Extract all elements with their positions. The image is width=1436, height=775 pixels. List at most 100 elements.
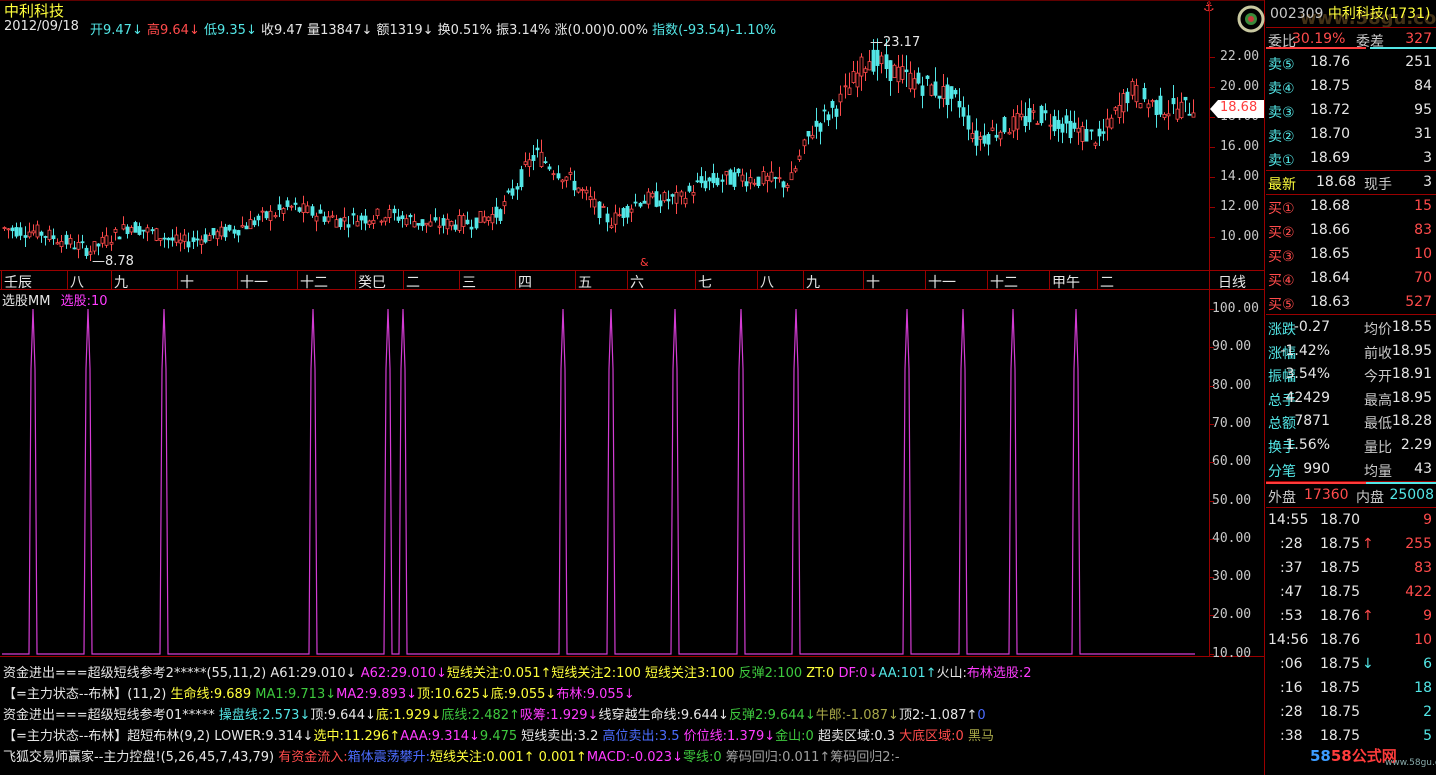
candle-body bbox=[182, 234, 187, 242]
candle-body bbox=[1035, 123, 1040, 125]
formula-segment: MA1:9.713 bbox=[255, 687, 326, 702]
sell-price: 18.75 bbox=[1310, 78, 1351, 94]
buy-row[interactable]: 买① 18.68 15 bbox=[1266, 195, 1436, 218]
period-label[interactable]: 日线 bbox=[1218, 272, 1246, 292]
candle-body bbox=[941, 86, 946, 100]
candle-body bbox=[256, 215, 261, 221]
candle-body bbox=[814, 120, 819, 127]
tick-price: 18.76 bbox=[1320, 608, 1361, 624]
candle-body bbox=[551, 173, 556, 176]
sell-row[interactable]: 卖① 18.69 3 bbox=[1266, 147, 1436, 170]
stat-value: 3.54% bbox=[1285, 366, 1330, 383]
candle-body bbox=[490, 214, 495, 224]
formula-segment: 反弹2:100 bbox=[738, 666, 807, 681]
stat-label: 今开 bbox=[1364, 369, 1392, 386]
formula-segment: ↓ bbox=[479, 687, 491, 702]
sell-row[interactable]: 卖③ 18.72 95 bbox=[1266, 99, 1436, 122]
formula-line: 资金进出===超级短线参考01***** 操盘线:2.573↓顶:9.644↓底… bbox=[3, 704, 1209, 723]
candle-body bbox=[945, 84, 950, 105]
candle-body bbox=[1089, 129, 1094, 132]
tick-row[interactable]: :16 18.75 18 bbox=[1266, 676, 1436, 700]
candle-body bbox=[510, 188, 515, 196]
candle-body bbox=[162, 237, 167, 240]
candle-body bbox=[736, 168, 741, 174]
candle-body bbox=[748, 177, 753, 184]
buy-row[interactable]: 买③ 18.65 10 bbox=[1266, 243, 1436, 266]
formula-segment: ↑ bbox=[925, 666, 937, 681]
candle-body bbox=[64, 234, 69, 245]
candle-body bbox=[666, 198, 671, 202]
candle-body bbox=[711, 173, 716, 184]
candle-body bbox=[18, 227, 23, 236]
candle-body bbox=[998, 131, 1003, 140]
indicator-tick bbox=[1209, 347, 1214, 349]
candle-body bbox=[797, 155, 802, 160]
sell-row[interactable]: 卖④ 18.75 84 bbox=[1266, 75, 1436, 98]
kline-chart[interactable] bbox=[0, 30, 1209, 270]
candle-body bbox=[847, 87, 852, 95]
sell-label: 卖⑤ bbox=[1268, 57, 1295, 73]
candle-body bbox=[670, 194, 675, 197]
candle-body bbox=[273, 215, 278, 218]
tick-row[interactable]: :47 18.75 422 bbox=[1266, 580, 1436, 604]
candle-body bbox=[6, 228, 11, 231]
buy-volume: 10 bbox=[1414, 246, 1432, 262]
candle-body bbox=[986, 134, 991, 145]
sep-buy bbox=[1266, 314, 1436, 315]
month-label: 甲午 bbox=[1052, 275, 1080, 291]
formula-segment: 火山: bbox=[936, 666, 967, 681]
candle-body bbox=[465, 219, 470, 225]
formula-segment: 飞狐交易师赢家--主力控盘!(5,26,45,7,43,79) bbox=[3, 750, 279, 765]
formula-segment: 超卖区域:0.3 bbox=[817, 729, 900, 744]
candle-body bbox=[441, 218, 446, 226]
candle-body bbox=[293, 202, 298, 205]
candle-body bbox=[412, 221, 417, 228]
sell-row[interactable]: 卖② 18.70 31 bbox=[1266, 123, 1436, 146]
formula-segment: 底:1.929 bbox=[375, 708, 431, 723]
candle-body bbox=[724, 171, 729, 176]
indicator-chart[interactable] bbox=[0, 300, 1209, 656]
event-marker[interactable]: & bbox=[640, 256, 649, 269]
candle-body bbox=[133, 222, 138, 233]
month-tick bbox=[237, 271, 238, 289]
candle-body bbox=[769, 171, 774, 182]
candle-body bbox=[314, 215, 319, 222]
formula-segment: ↓ bbox=[299, 708, 311, 723]
formula-segment: ↓ bbox=[764, 729, 776, 744]
tick-row[interactable]: :06 18.75 ↓ 6 bbox=[1266, 652, 1436, 676]
buy-row[interactable]: 买⑤ 18.63 527 bbox=[1266, 291, 1436, 314]
candle-body bbox=[1154, 100, 1159, 116]
stat-label: 总额 bbox=[1268, 416, 1296, 433]
stat-label: 均价 bbox=[1364, 322, 1392, 338]
month-label: 十 bbox=[180, 275, 194, 291]
indicator-axis-label: 40.00 bbox=[1212, 530, 1252, 546]
candle-body bbox=[773, 177, 778, 179]
stat-row: 总额 7871 最低 18.28 bbox=[1266, 410, 1436, 433]
candle-body bbox=[39, 231, 44, 236]
formula-segment: AAA:9.314 bbox=[400, 729, 470, 744]
formula-segment: A62:29.010 bbox=[356, 666, 436, 681]
tick-row[interactable]: 14:55 18.70 9 bbox=[1266, 508, 1436, 532]
candle-body bbox=[396, 216, 401, 221]
candle-body bbox=[929, 84, 934, 96]
candle-body bbox=[371, 219, 376, 224]
candle-body bbox=[1113, 107, 1118, 111]
tick-row[interactable]: 14:56 18.76 10 bbox=[1266, 628, 1436, 652]
sell-row[interactable]: 卖⑤ 18.76 251 bbox=[1266, 51, 1436, 74]
tick-time: 14:56 bbox=[1268, 632, 1309, 648]
candle-body bbox=[1125, 91, 1130, 104]
buy-row[interactable]: 买② 18.66 83 bbox=[1266, 219, 1436, 242]
candle-body bbox=[359, 215, 364, 221]
tick-row[interactable]: :28 18.75 2 bbox=[1266, 700, 1436, 724]
candle-body bbox=[597, 201, 602, 219]
buy-row[interactable]: 买④ 18.64 70 bbox=[1266, 267, 1436, 290]
tick-time: :37 bbox=[1280, 560, 1303, 576]
tick-row[interactable]: :37 18.75 83 bbox=[1266, 556, 1436, 580]
price-axis-label: 16.00 bbox=[1220, 139, 1260, 154]
tick-row[interactable]: :53 18.76 ↑ 9 bbox=[1266, 604, 1436, 628]
tick-row[interactable]: :28 18.75 ↑ 255 bbox=[1266, 532, 1436, 556]
month-label: 十二 bbox=[300, 275, 328, 291]
candle-body bbox=[1007, 131, 1012, 135]
month-label: 十 bbox=[866, 275, 880, 291]
sell-label: 卖② bbox=[1268, 129, 1295, 145]
